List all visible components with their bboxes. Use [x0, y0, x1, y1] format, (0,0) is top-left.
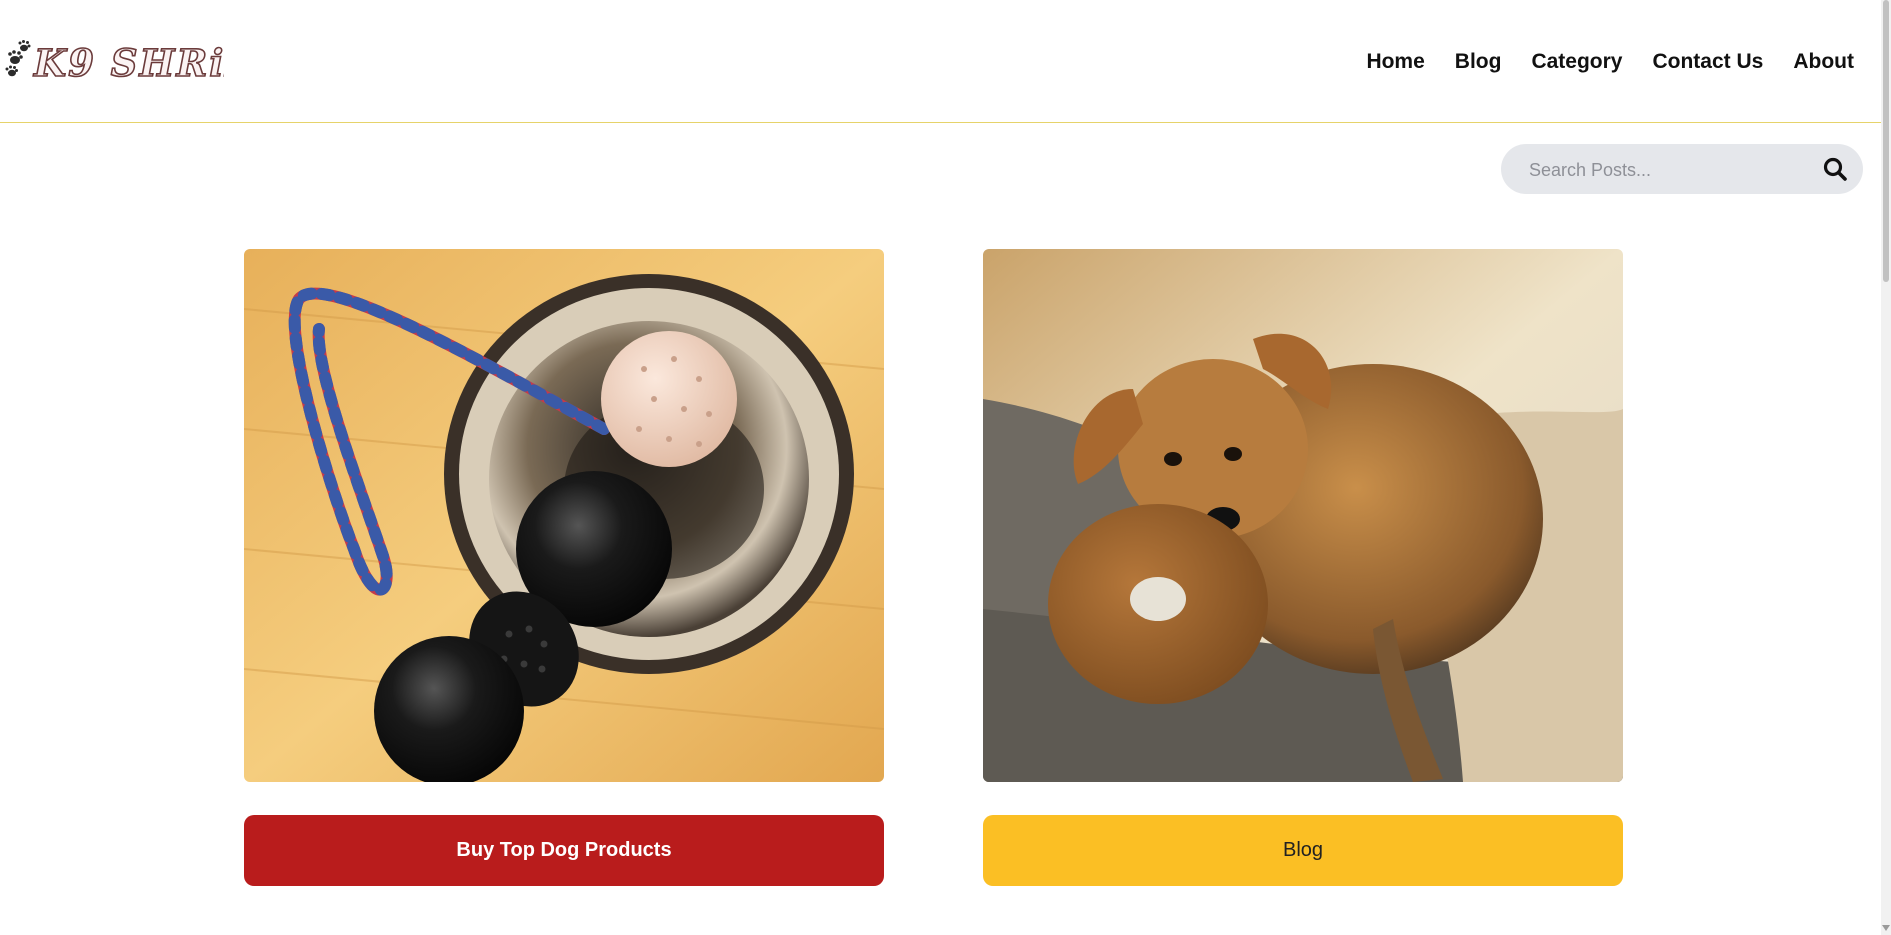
nav-category[interactable]: Category — [1531, 48, 1622, 76]
site-header: K9 SHRiNE Home Blog Category Contact Us … — [0, 0, 1881, 123]
search-input[interactable] — [1527, 144, 1801, 196]
scroll-down-arrow-icon[interactable] — [1882, 925, 1890, 931]
page-scrollbar[interactable] — [1881, 0, 1891, 935]
logo-text: K9 SHRiNE — [33, 41, 224, 85]
search-icon — [1823, 157, 1847, 181]
buy-top-dog-products-button[interactable]: Buy Top Dog Products — [244, 815, 884, 886]
nav-home[interactable]: Home — [1366, 48, 1424, 76]
nav-blog[interactable]: Blog — [1455, 48, 1502, 76]
blog-button[interactable]: Blog — [983, 815, 1623, 886]
search-button[interactable] — [1821, 155, 1849, 183]
puppy-image[interactable] — [983, 249, 1623, 782]
search-bar — [1501, 144, 1863, 196]
scrollbar-thumb[interactable] — [1883, 0, 1889, 282]
paw-prints-icon — [5, 40, 31, 77]
main-nav: Home Blog Category Contact Us About — [1366, 48, 1854, 76]
site-logo[interactable]: K9 SHRiNE — [2, 34, 290, 86]
dog-toys-image[interactable] — [244, 249, 884, 782]
nav-about[interactable]: About — [1793, 48, 1854, 76]
nav-contact-us[interactable]: Contact Us — [1652, 48, 1763, 76]
